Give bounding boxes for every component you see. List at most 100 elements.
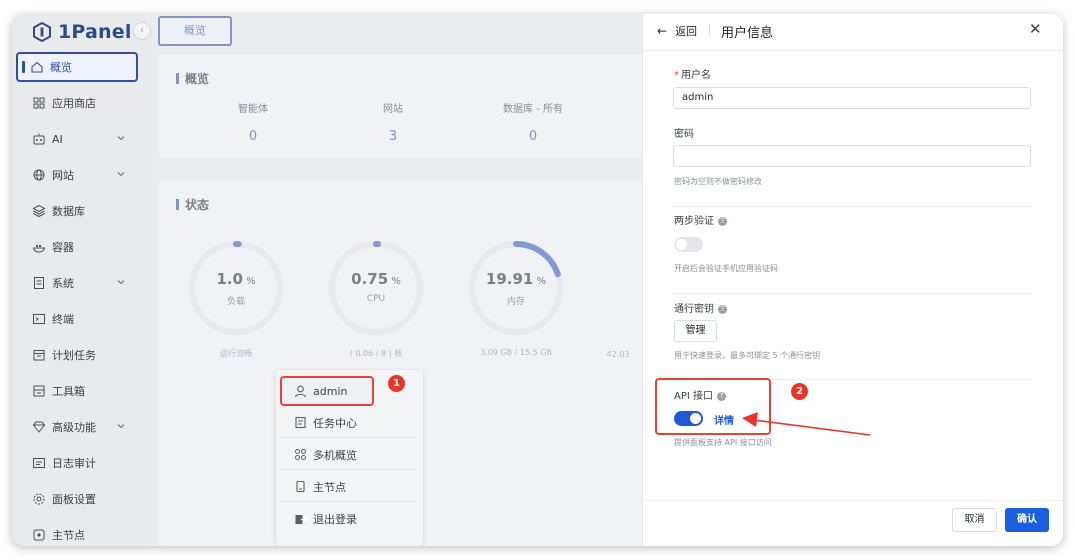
sidebar-item-label: 主节点 [52,529,85,542]
user-icon [294,385,307,398]
password-field[interactable] [673,145,1031,167]
database-icon [32,204,46,218]
settings-icon [32,492,46,506]
sidebar-item-2[interactable]: AI [16,124,138,154]
chevron-down-icon [116,421,126,431]
globe-icon [32,168,46,182]
calendar-icon [32,348,46,362]
tab-overview[interactable]: 概览 [158,16,232,46]
user-menu-main-node[interactable]: 主节点 [280,472,416,502]
multi-node-icon [294,448,307,461]
sidebar-item-4[interactable]: 数据库 [16,196,138,226]
sidebar-item-1[interactable]: 应用商店 [16,88,138,118]
diamond-icon [32,420,46,434]
sidebar-item-6[interactable]: 系统 [16,268,138,298]
grid-icon [32,96,46,110]
confirm-button[interactable]: 确认 [1005,508,1049,532]
overview-card: 概览 智能体 0 网站 3 数据库 - 所有 0 [158,54,658,158]
gauge-footer: 3.09 GB / 15.5 GB [480,348,552,357]
close-icon[interactable]: ✕ [1029,20,1042,38]
annotation-badge-2: 2 [791,383,808,400]
password-label: 密码 [674,129,694,140]
gauge-2[interactable]: 19.91 % 内存 [466,238,566,338]
stat-databases[interactable]: 数据库 - 所有 0 [488,100,578,144]
sidebar-item-label: 终端 [52,313,74,326]
stat-agents[interactable]: 智能体 0 [208,100,298,144]
sidebar-item-label: 高级功能 [52,421,96,434]
logo-icon [33,22,51,42]
help-icon[interactable]: ? [718,216,727,226]
annotation-badge-1: 1 [388,375,405,392]
node-icon [294,480,307,493]
home-icon [30,60,44,74]
user-menu: admin 任务中心 多机概览 主节点 退出登录 [276,370,423,546]
two-factor-label: 两步验证? [674,212,727,227]
help-icon[interactable]: ? [718,304,727,314]
sidebar-item-3[interactable]: 网站 [16,160,138,190]
username-label: * 用户名 [674,70,711,81]
user-menu-multi-node[interactable]: 多机概览 [280,440,416,470]
back-button[interactable]: ← 返回 [657,23,697,39]
gauge-footer: ( 0.06 / 8 ) 核 [349,349,403,358]
sidebar-item-7[interactable]: 终端 [16,304,138,334]
user-info-drawer: ← 返回 用户信息 ✕ * 用户名 admin 密码 密码为空则不做密码修改 两步… [642,14,1063,546]
system-icon [32,276,46,290]
sidebar-item-0[interactable]: 概览 [16,52,138,82]
sidebar-item-label: 网站 [52,169,74,182]
api-hint: 提供面板支持 API 接口访问 [674,438,772,447]
username-field[interactable]: admin [673,87,1031,109]
sidebar-item-9[interactable]: 工具箱 [16,376,138,406]
container-icon [32,240,46,254]
stat-websites[interactable]: 网站 3 [348,100,438,144]
robot-icon [32,132,46,146]
task-icon [294,416,307,429]
help-icon[interactable]: ? [717,391,726,401]
sidebar-item-label: 日志审计 [52,457,96,470]
logout-icon [294,513,307,526]
user-menu-logout[interactable]: 退出登录 [280,504,416,534]
chevron-down-icon [116,169,126,179]
app-window: 1Panel ‹ 概览应用商店 AI 网站数据库容器系统终端计划任务工具箱高级功能日… [12,14,1063,546]
manage-passkey-button[interactable]: 管理 [674,320,717,342]
sidebar-menu: 概览应用商店 AI 网站数据库容器系统终端计划任务工具箱高级功能日志审计面板设置主节… [16,52,138,546]
gauge-footer: 运行流畅 [220,349,252,358]
chevron-down-icon [116,277,126,287]
collapse-sidebar-button[interactable]: ‹ [133,22,151,40]
sidebar-item-11[interactable]: 日志审计 [16,448,138,478]
node-icon [32,528,46,542]
log-icon [32,456,46,470]
sidebar-item-5[interactable]: 容器 [16,232,138,262]
sidebar: 1Panel ‹ 概览应用商店 AI 网站数据库容器系统终端计划任务工具箱高级功能日… [12,14,151,546]
sidebar-item-label: 计划任务 [52,349,96,362]
overview-title: 概览 [176,70,209,87]
sidebar-item-10[interactable]: 高级功能 [16,412,138,442]
sidebar-item-12[interactable]: 面板设置 [16,484,138,514]
sidebar-item-8[interactable]: 计划任务 [16,340,138,370]
sidebar-item-label: 容器 [52,241,74,254]
sidebar-item-label: 面板设置 [52,493,96,506]
terminal-icon [32,312,46,326]
two-factor-hint: 开启后会验证手机应用验证码 [674,264,778,273]
arrow-left-icon: ← [657,24,668,38]
sidebar-item-label: 数据库 [52,205,85,218]
sidebar-item-label: 系统 [52,277,74,290]
gauge-footer-partial: 42.03 [606,350,630,359]
sidebar-item-13[interactable]: 主节点 [16,520,138,546]
sidebar-item-label: 概览 [50,61,72,74]
cancel-button[interactable]: 取消 [952,508,997,532]
api-label: API 接口? [674,387,726,402]
user-menu-task-center[interactable]: 任务中心 [280,408,416,438]
sidebar-item-label: 工具箱 [52,385,85,398]
status-title: 状态 [176,196,209,213]
gauge-1[interactable]: 0.75 % CPU [326,238,426,338]
api-toggle[interactable] [674,411,703,426]
two-factor-toggle[interactable] [674,237,703,252]
gauge-0[interactable]: 1.0 % 负载 [186,238,286,338]
app-logo[interactable]: 1Panel [32,18,132,46]
password-hint: 密码为空则不做密码修改 [674,177,762,186]
api-detail-link[interactable]: 详情 [714,412,734,427]
sidebar-item-label: AI [52,132,63,146]
sidebar-item-label: 应用商店 [52,97,96,110]
user-menu-admin[interactable]: admin [280,376,374,406]
toolbox-icon [32,384,46,398]
